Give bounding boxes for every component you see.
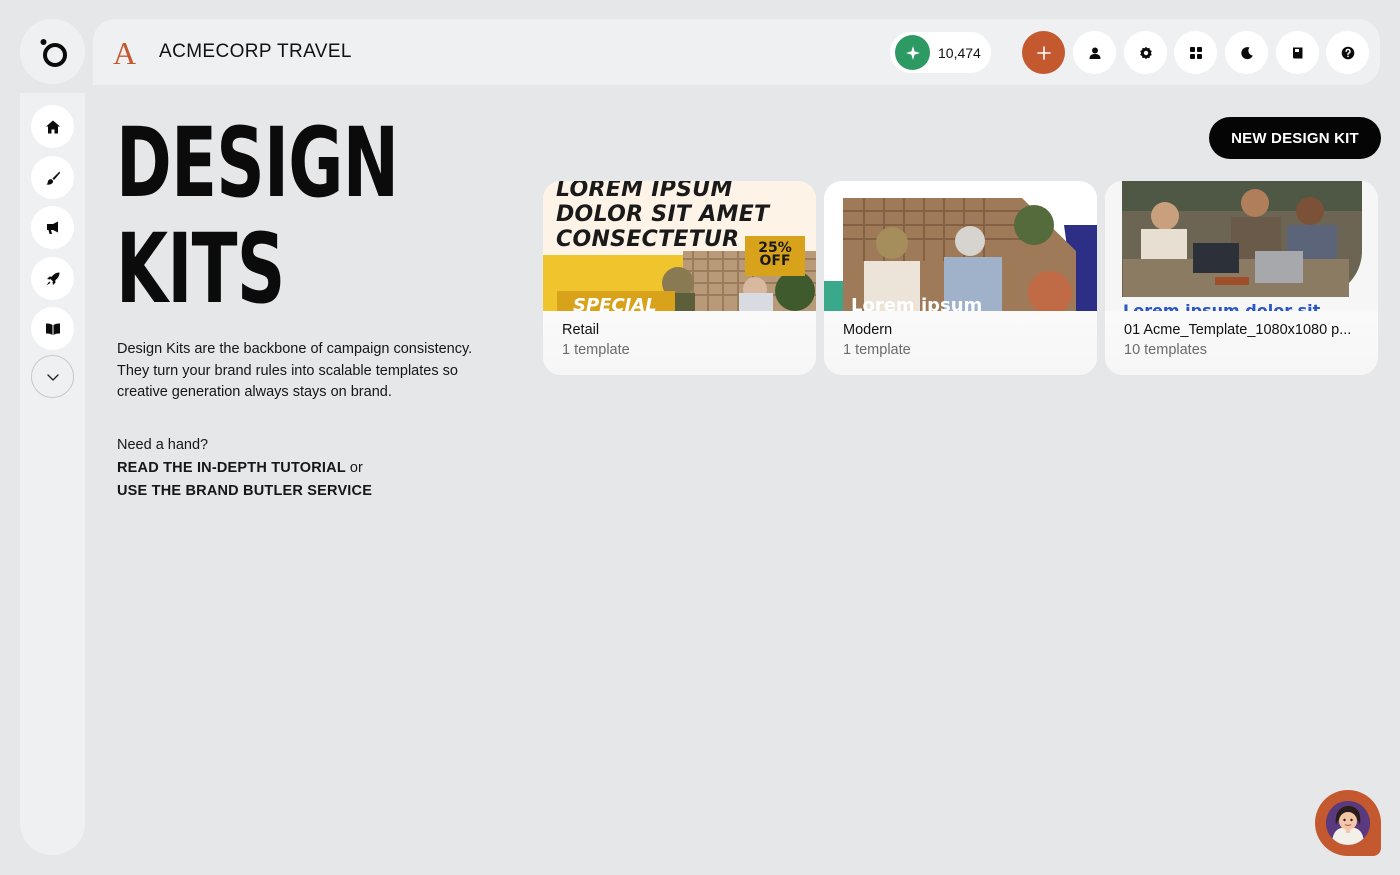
sidebar-expand-button[interactable]	[31, 355, 74, 398]
kit-name: 01 Acme_Template_1080x1080 p...	[1124, 322, 1352, 338]
brand-butler-link[interactable]: USE THE BRAND BUTLER SERVICE	[117, 480, 372, 503]
credits-badge[interactable]: 10,474	[890, 32, 991, 73]
profile-button[interactable]	[1073, 31, 1116, 74]
page-title-line-1: DESIGN	[116, 107, 399, 219]
page-title-line-2: KITS	[116, 213, 285, 325]
assistant-chat-button[interactable]	[1315, 790, 1381, 856]
help-section: Need a hand? READ THE IN-DEPTH TUTORIAL …	[117, 434, 372, 503]
book-icon	[1292, 47, 1302, 58]
kit-card-info: 01 Acme_Template_1080x1080 p... 10 templ…	[1105, 311, 1378, 375]
chevron-down-icon	[46, 373, 59, 381]
sidebar	[20, 93, 85, 855]
kit-card-acme-template[interactable]: Lorem ipsum dolor sit 01 Acme_Template_1…	[1105, 181, 1378, 375]
page-title: DESIGN KITS	[116, 107, 399, 325]
tutorial-link[interactable]: READ THE IN-DEPTH TUTORIAL	[117, 460, 346, 476]
megaphone-icon	[46, 221, 58, 234]
dark-mode-button[interactable]	[1225, 31, 1268, 74]
discount-badge: 25% OFF	[745, 236, 805, 276]
plus-icon	[1036, 45, 1051, 60]
sidebar-item-launch[interactable]	[31, 257, 74, 300]
settings-button[interactable]	[1124, 31, 1167, 74]
rocket-icon	[46, 272, 59, 285]
sidebar-item-create[interactable]	[31, 156, 74, 199]
help-prompt: Need a hand?	[117, 437, 209, 453]
app-logo-icon	[40, 38, 67, 67]
home-icon	[45, 120, 60, 133]
user-icon	[1089, 47, 1100, 59]
top-bar: A ACMECORP TRAVEL 10,474	[93, 19, 1380, 85]
or-text: or	[345, 460, 363, 476]
kit-template-count: 1 template	[843, 342, 911, 358]
brush-icon	[45, 171, 60, 185]
kit-card-info: Modern 1 template	[824, 311, 1097, 375]
sidebar-item-home[interactable]	[31, 105, 74, 148]
brand-name[interactable]: ACMECORP TRAVEL	[159, 41, 352, 63]
kit-thumbnail-headline: LOREM IPSUM DOLOR SIT AMET CONSECTETUR	[556, 181, 770, 252]
guide-button[interactable]	[1276, 31, 1319, 74]
apps-button[interactable]	[1174, 31, 1217, 74]
kit-thumbnail-headline: Lorem ipsum dolor sit	[1123, 301, 1321, 311]
credits-value: 10,474	[938, 44, 981, 61]
kit-template-count: 10 templates	[1124, 342, 1208, 358]
sidebar-item-campaigns[interactable]	[31, 206, 74, 249]
help-button[interactable]	[1326, 31, 1369, 74]
sidebar-item-library[interactable]	[31, 307, 74, 350]
kit-name: Modern	[843, 322, 893, 338]
new-design-kit-button[interactable]: NEW DESIGN KIT	[1209, 117, 1381, 159]
kit-name: Retail	[562, 322, 600, 338]
question-icon	[1341, 46, 1354, 59]
sparkle-icon	[895, 35, 930, 70]
brand-logo: A	[113, 35, 137, 71]
special-label: SPECIAL	[557, 291, 675, 311]
open-book-icon	[45, 322, 60, 335]
moon-icon	[1240, 46, 1253, 59]
grid-icon	[1189, 46, 1202, 59]
kit-thumbnail: Lorem ipsum	[824, 181, 1097, 311]
kit-card-info: Retail 1 template	[543, 311, 816, 375]
assistant-avatar	[1326, 801, 1370, 845]
page-description: Design Kits are the backbone of campaign…	[117, 341, 473, 400]
kit-thumbnail: Lorem ipsum dolor sit	[1105, 181, 1378, 311]
kit-card-retail[interactable]: LOREM IPSUM DOLOR SIT AMET CONSECTETUR 2…	[543, 181, 816, 375]
kit-template-count: 1 template	[562, 342, 630, 358]
kit-thumbnail-headline: Lorem ipsum	[851, 295, 983, 311]
add-button[interactable]	[1022, 31, 1065, 74]
app-logo[interactable]	[20, 19, 85, 84]
gear-icon	[1139, 46, 1152, 59]
kit-card-modern[interactable]: Lorem ipsum Modern 1 template	[824, 181, 1097, 375]
kit-thumbnail: LOREM IPSUM DOLOR SIT AMET CONSECTETUR 2…	[543, 181, 816, 311]
